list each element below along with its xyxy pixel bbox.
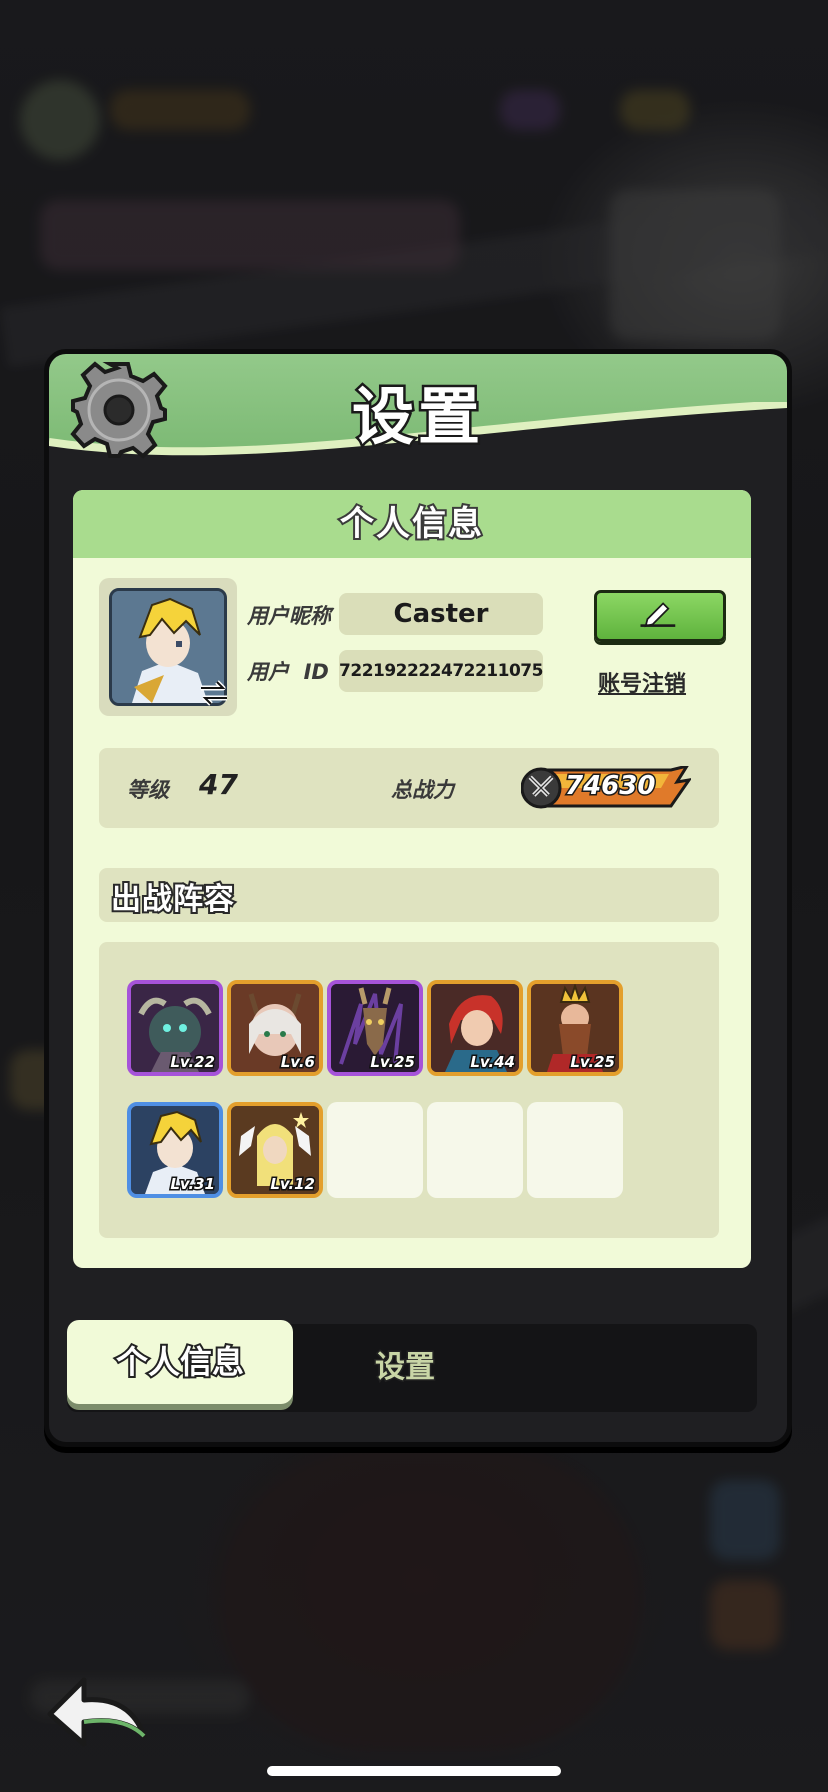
lineup-grid: Lv.22 Lv.6 Lv.25 Lv.44 Lv.25 Lv.31 Lv.12 bbox=[99, 942, 719, 1238]
empty-hero-slot[interactable] bbox=[327, 1102, 423, 1198]
user-id-label: 用户 ID bbox=[247, 660, 329, 684]
panel-title: 设置 bbox=[349, 378, 484, 456]
user-id-field: 722192222472211075 bbox=[339, 650, 543, 692]
power-value: 74630 bbox=[563, 770, 656, 803]
hero-level: Lv.25 bbox=[569, 1052, 617, 1073]
hero-slot-2[interactable]: Lv.6 bbox=[227, 980, 323, 1076]
tab-bar: 个人信息 设置 bbox=[67, 1320, 757, 1412]
hero-level: Lv.12 bbox=[269, 1174, 317, 1195]
edit-nickname-button[interactable] bbox=[594, 590, 726, 642]
avatar-frame[interactable] bbox=[99, 578, 237, 716]
hero-slot-7[interactable]: Lv.12 bbox=[227, 1102, 323, 1198]
hero-slot-4[interactable]: Lv.44 bbox=[427, 980, 523, 1076]
pencil-icon bbox=[640, 602, 676, 628]
power-badge: 74630 bbox=[521, 766, 691, 810]
hero-slot-3[interactable]: Lv.25 bbox=[327, 980, 423, 1076]
level-value: 47 bbox=[199, 768, 238, 801]
hero-level: Lv.31 bbox=[169, 1174, 217, 1195]
hero-level: Lv.22 bbox=[169, 1052, 217, 1073]
nickname-field: Caster bbox=[339, 593, 543, 635]
empty-hero-slot[interactable] bbox=[527, 1102, 623, 1198]
lineup-title: 出战阵容 bbox=[109, 880, 236, 919]
nickname-label: 用户昵称 bbox=[247, 604, 331, 628]
tab-settings[interactable]: 设置 bbox=[293, 1324, 517, 1412]
home-indicator[interactable] bbox=[267, 1766, 561, 1776]
hero-slot-6[interactable]: Lv.31 bbox=[127, 1102, 223, 1198]
tab-personal-info[interactable]: 个人信息 bbox=[67, 1320, 293, 1404]
hero-slot-1[interactable]: Lv.22 bbox=[127, 980, 223, 1076]
swap-icon[interactable] bbox=[197, 678, 231, 708]
hero-level: Lv.6 bbox=[279, 1052, 316, 1073]
settings-panel: 设置 个人信息 用户昵称 Caster 用户 ID 72219222247221… bbox=[44, 349, 792, 1447]
hero-level: Lv.25 bbox=[369, 1052, 417, 1073]
card-header: 个人信息 bbox=[73, 490, 751, 558]
sword-icon bbox=[528, 775, 554, 797]
power-label: 总战力 bbox=[391, 778, 454, 802]
cancel-account-link[interactable]: 账号注销 bbox=[598, 666, 686, 698]
stats-bar: 等级 47 总战力 74630 bbox=[99, 748, 719, 828]
personal-info-card: 个人信息 用户昵称 Caster 用户 ID 72219222247221107… bbox=[73, 490, 751, 1268]
level-label: 等级 bbox=[127, 778, 169, 802]
hero-slot-5[interactable]: Lv.25 bbox=[527, 980, 623, 1076]
lineup-section-bar: 出战阵容 bbox=[99, 868, 719, 922]
empty-hero-slot[interactable] bbox=[427, 1102, 523, 1198]
hero-level: Lv.44 bbox=[469, 1052, 517, 1073]
back-arrow-icon[interactable] bbox=[44, 1666, 150, 1752]
